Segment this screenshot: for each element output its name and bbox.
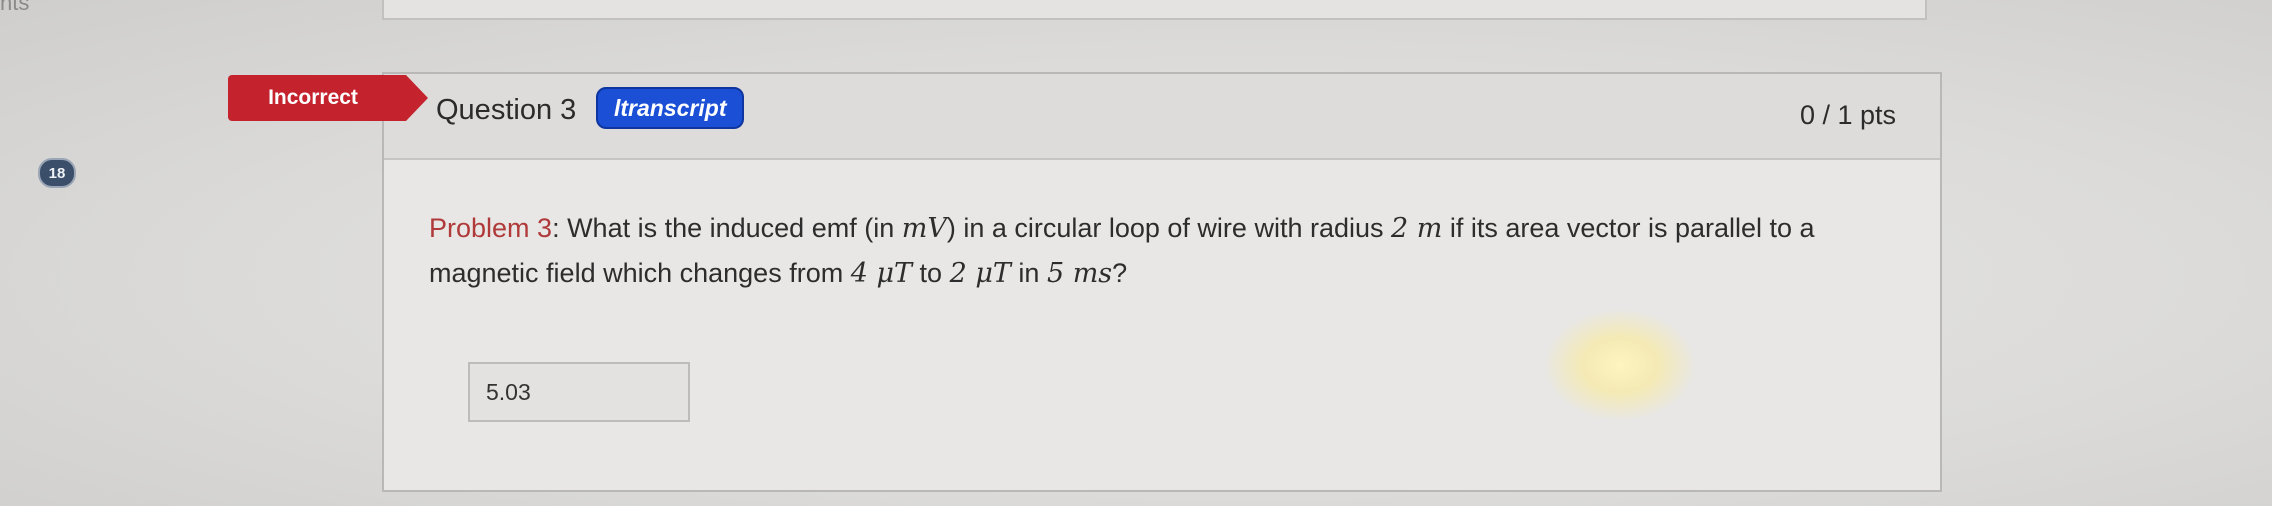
problem-text-part: ) in a circular loop of wire with radius [946,213,1391,243]
screen-glare [1545,310,1695,420]
question-title: Question 3 [436,94,577,126]
problem-text-part: : What is the induced emf (in [552,213,902,243]
math-final-field: 2 μT [949,258,1011,289]
problem-text-part: to [912,258,950,288]
problem-label: Problem 3 [429,213,553,243]
transcript-button[interactable]: ltranscript [596,87,745,129]
tag-arrow-icon [406,75,428,121]
math-unit: mV [901,213,947,244]
question-number-badge[interactable]: 18 [38,158,76,188]
math-radius: 2 m [1391,213,1443,244]
corner-text: nts [0,0,30,15]
answer-field[interactable]: 5.03 [468,362,690,422]
previous-question-card [382,0,1927,20]
question-card: Question 3 ltranscript 0 / 1 pts Problem… [382,72,1942,492]
problem-text-part: ? [1112,258,1128,288]
question-points: 0 / 1 pts [1799,100,1896,130]
math-time: 5 ms [1046,258,1113,289]
incorrect-status-tag: Incorrect [228,75,428,121]
math-initial-field: 4 μT [850,258,913,289]
problem-text: Problem 3: What is the induced emf (in m… [429,206,1899,296]
incorrect-label: Incorrect [228,75,406,121]
problem-text-part: in [1010,258,1047,288]
question-header: Question 3 ltranscript 0 / 1 pts [384,74,1940,160]
